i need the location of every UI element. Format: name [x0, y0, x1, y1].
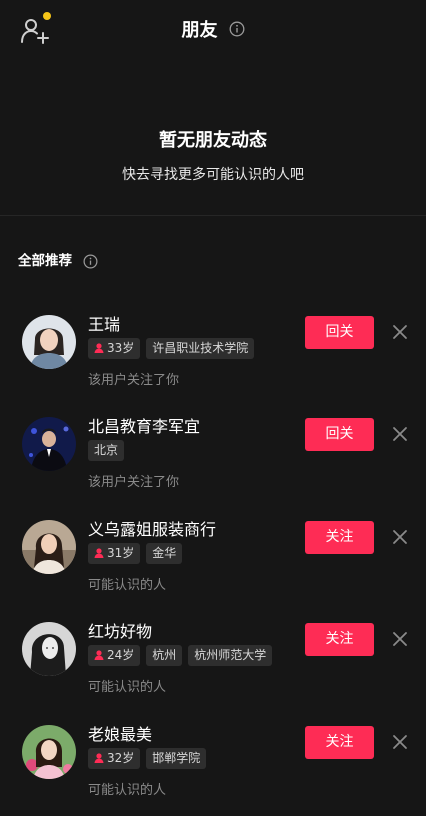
- avatar[interactable]: [22, 520, 76, 574]
- follow-button[interactable]: 关注: [305, 521, 374, 554]
- recommendation-card[interactable]: 老娘最美 32岁 邯郸学院 可能认识的人 关注: [0, 721, 426, 811]
- user-name[interactable]: 义乌露姐服装商行: [88, 516, 216, 540]
- info-tag: 北京: [88, 440, 125, 461]
- top-bar: 朋友: [0, 0, 426, 60]
- recommendation-card[interactable]: 北昌教育李军宜 北京 该用户关注了你 回关: [0, 413, 426, 503]
- empty-state: 暂无朋友动态 快去寻找更多可能认识的人吧: [0, 126, 426, 184]
- section-title: 全部推荐: [18, 253, 72, 269]
- age-label: 24岁: [107, 648, 135, 662]
- dismiss-icon[interactable]: [391, 733, 409, 751]
- avatar[interactable]: [22, 417, 76, 471]
- info-icon[interactable]: [229, 21, 245, 37]
- female-icon: [94, 548, 104, 558]
- dismiss-icon[interactable]: [391, 425, 409, 443]
- divider: [0, 215, 426, 216]
- age-label: 31岁: [107, 546, 135, 560]
- info-icon[interactable]: [83, 254, 98, 269]
- recommendation-reason: 可能认识的人: [88, 680, 167, 695]
- avatar[interactable]: [22, 622, 76, 676]
- dismiss-icon[interactable]: [391, 528, 409, 546]
- follow-back-button[interactable]: 回关: [305, 418, 374, 451]
- user-name[interactable]: 王瑞: [88, 311, 120, 335]
- user-name[interactable]: 老娘最美: [88, 721, 152, 745]
- recommendation-card[interactable]: 王瑞 33岁 许昌职业技术学院 该用户关注了你 回关: [0, 311, 426, 401]
- recommendation-reason: 该用户关注了你: [88, 475, 180, 490]
- recommendation-card[interactable]: 义乌露姐服装商行 31岁 金华 可能认识的人 关注: [0, 516, 426, 606]
- female-icon: [94, 650, 104, 660]
- avatar[interactable]: [22, 315, 76, 369]
- female-icon: [94, 343, 104, 353]
- age-label: 32岁: [107, 751, 135, 765]
- recommendation-reason: 可能认识的人: [88, 578, 167, 593]
- age-tag: 31岁: [88, 543, 141, 564]
- recommendation-card[interactable]: 红坊好物 24岁 杭州 杭州师范大学 可能认识的人 关注: [0, 618, 426, 708]
- recommendation-reason: 可能认识的人: [88, 783, 167, 798]
- empty-state-subtitle: 快去寻找更多可能认识的人吧: [122, 167, 304, 183]
- avatar[interactable]: [22, 725, 76, 779]
- user-name[interactable]: 红坊好物: [88, 618, 152, 642]
- follow-back-button[interactable]: 回关: [305, 316, 374, 349]
- recommendation-reason: 该用户关注了你: [88, 373, 180, 388]
- dismiss-icon[interactable]: [391, 630, 409, 648]
- follow-button[interactable]: 关注: [305, 726, 374, 759]
- user-name[interactable]: 北昌教育李军宜: [88, 413, 200, 437]
- section-header: 全部推荐: [18, 249, 98, 269]
- age-label: 33岁: [107, 341, 135, 355]
- age-tag: 32岁: [88, 748, 141, 769]
- info-tag: 杭州: [146, 645, 183, 666]
- info-tag: 杭州师范大学: [188, 645, 273, 666]
- age-tag: 24岁: [88, 645, 141, 666]
- info-tag: 金华: [146, 543, 183, 564]
- age-tag: 33岁: [88, 338, 141, 359]
- info-tag: 许昌职业技术学院: [146, 338, 255, 359]
- dismiss-icon[interactable]: [391, 323, 409, 341]
- female-icon: [94, 753, 104, 763]
- info-tag: 邯郸学院: [146, 748, 207, 769]
- empty-state-title: 暂无朋友动态: [159, 130, 267, 151]
- page-title: 朋友: [181, 20, 218, 41]
- follow-button[interactable]: 关注: [305, 623, 374, 656]
